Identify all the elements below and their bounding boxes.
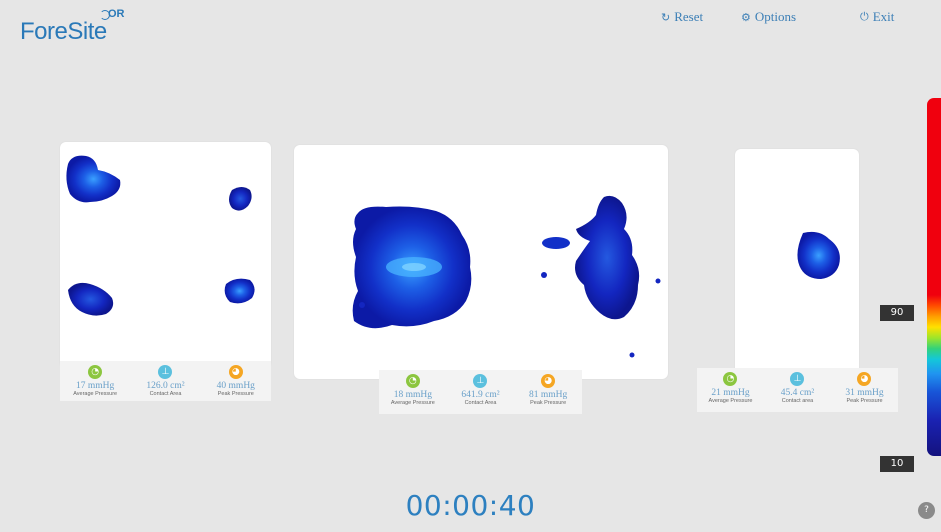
peak-pressure-label: Peak Pressure: [846, 398, 883, 404]
reset-button[interactable]: ↻ Reset: [661, 9, 703, 25]
average-pressure-value: 17 mmHg: [76, 381, 115, 391]
refresh-icon: ↻: [661, 11, 671, 24]
peak-pressure: ◕ 81 mmHg Peak Pressure: [515, 374, 582, 406]
contact-area: ⊥ 641.9 cm² Contact Area: [447, 374, 514, 406]
pressure-map-zone-1: [60, 142, 271, 368]
peak-pressure-label: Peak Pressure: [217, 391, 254, 397]
contact-area-value: 126.0 cm²: [146, 381, 185, 391]
peak-pressure-value: 31 mmHg: [845, 388, 884, 398]
contact-area: ⊥ 126.0 cm² Contact Area: [131, 365, 201, 397]
gauge-icon: ◔: [88, 365, 103, 379]
gear-icon: ⚙: [741, 11, 751, 24]
help-button[interactable]: ?: [918, 502, 935, 519]
options-label: Options: [754, 9, 797, 24]
average-pressure: ◔ 21 mmHg Average Pressure: [697, 372, 763, 404]
scale-lower-threshold[interactable]: 10: [880, 456, 914, 472]
peak-pressure-value: 40 mmHg: [216, 381, 255, 391]
average-pressure-label: Average Pressure: [708, 398, 753, 404]
pressure-map-zone-2: [294, 145, 668, 379]
help-icon: ?: [924, 505, 929, 515]
zone-3-metrics: ◔ 21 mmHg Average Pressure ⊥ 45.4 cm² Co…: [697, 368, 898, 412]
contact-area-icon: ⊥: [790, 372, 805, 386]
average-pressure-value: 21 mmHg: [711, 388, 750, 398]
exit-button[interactable]: ⏻ Exit: [860, 9, 894, 25]
pressure-color-scale: [927, 98, 941, 456]
average-pressure-label: Average Pressure: [390, 400, 435, 406]
peak-pressure-label: Peak Pressure: [530, 400, 567, 406]
contact-area-label: Contact Area: [464, 400, 497, 406]
peak-gauge-icon: ◕: [857, 372, 872, 386]
gauge-icon: ◔: [405, 374, 420, 388]
zone-2-metrics: ◔ 18 mmHg Average Pressure ⊥ 641.9 cm² C…: [379, 370, 582, 414]
contact-area-icon: ⊥: [473, 374, 488, 388]
exit-label: Exit: [872, 9, 895, 24]
peak-pressure-value: 81 mmHg: [529, 390, 568, 400]
peak-pressure: ◕ 31 mmHg Peak Pressure: [831, 372, 897, 404]
scale-upper-threshold[interactable]: 90: [880, 305, 914, 321]
contact-area: ⊥ 45.4 cm² Contact area: [764, 372, 830, 404]
contact-area-value: 641.9 cm²: [461, 390, 500, 400]
average-pressure: ◔ 18 mmHg Average Pressure: [379, 374, 446, 406]
peak-pressure: ◕ 40 mmHg Peak Pressure: [201, 365, 271, 397]
gauge-icon: ◔: [723, 372, 738, 386]
average-pressure-label: Average Pressure: [73, 391, 118, 397]
contact-area-label: Contact area: [781, 398, 814, 404]
pressure-map-zone-3: [735, 149, 859, 375]
peak-gauge-icon: ◕: [228, 365, 243, 379]
average-pressure: ◔ 17 mmHg Average Pressure: [60, 365, 130, 397]
logo-badge: OR: [108, 8, 125, 20]
options-button[interactable]: ⚙ Options: [741, 9, 796, 25]
contact-area-value: 45.4 cm²: [780, 388, 815, 398]
zone-1-metrics: ◔ 17 mmHg Average Pressure ⊥ 126.0 cm² C…: [60, 361, 271, 401]
peak-gauge-icon: ◕: [541, 374, 556, 388]
power-icon: ⏻: [860, 10, 869, 23]
logo-wordmark: ForeSite: [20, 18, 107, 45]
contact-area-icon: ⊥: [158, 365, 173, 379]
foresite-logo: ForeSite OR: [20, 8, 140, 48]
session-timer: 00:00:40: [405, 489, 536, 522]
average-pressure-value: 18 mmHg: [393, 390, 432, 400]
reset-label: Reset: [674, 9, 704, 24]
contact-area-label: Contact Area: [149, 391, 182, 397]
